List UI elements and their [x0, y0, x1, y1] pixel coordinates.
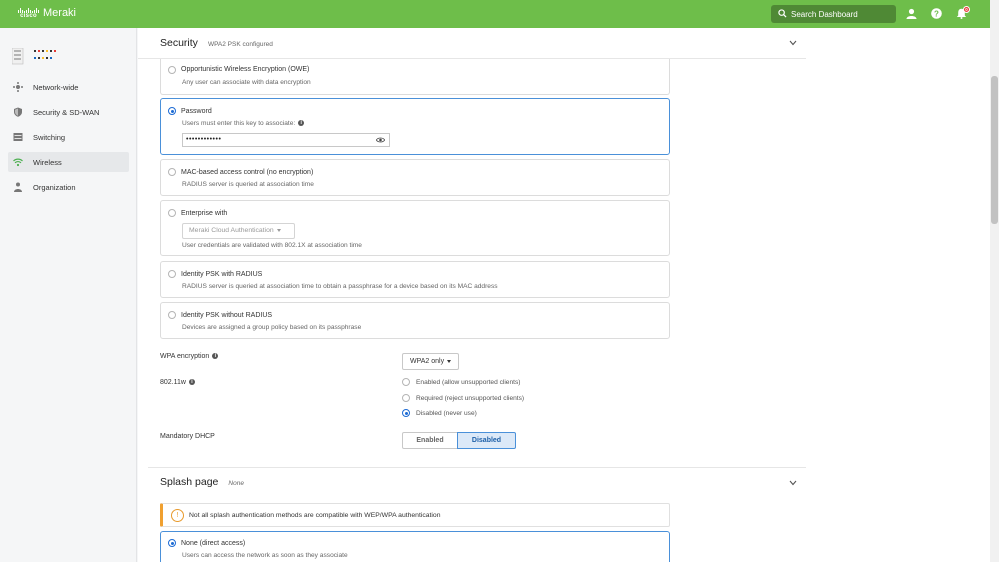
main-content: Security WPA2 PSK configured Opportunist…: [138, 28, 990, 562]
info-icon[interactable]: i: [298, 120, 305, 127]
network-logo-icon: [11, 47, 56, 65]
option-title: Enterprise with: [181, 210, 228, 217]
sidebar-item-label: Switching: [33, 132, 66, 142]
search-icon: [778, 9, 787, 18]
divider: [148, 467, 806, 468]
wpa-encryption-label: WPA encryption i: [160, 353, 219, 360]
radio-password[interactable]: [168, 107, 176, 115]
meraki-wordmark: Meraki: [43, 7, 77, 19]
chevron-down-icon[interactable]: [789, 480, 797, 486]
w80211-option-disabled[interactable]: Disabled (never use): [402, 409, 477, 417]
option-title: MAC-based access control (no encryption): [181, 169, 314, 176]
security-option-ipsk-no-radius[interactable]: Identity PSK without RADIUS Devices are …: [160, 302, 670, 339]
notification-badge: 0: [963, 6, 970, 13]
splash-title: Splash page: [160, 476, 219, 488]
warning-text: Not all splash authentication methods ar…: [189, 512, 441, 519]
security-option-enterprise[interactable]: Enterprise with Meraki Cloud Authenticat…: [160, 200, 670, 256]
info-icon[interactable]: i: [212, 353, 219, 360]
security-option-ipsk-radius[interactable]: Identity PSK with RADIUS RADIUS server i…: [160, 261, 670, 298]
cisco-wordmark: cisco: [20, 13, 37, 19]
option-desc: Users can access the network as soon as …: [182, 552, 348, 559]
radio-w80211-enabled[interactable]: [402, 378, 410, 386]
network-icon: [13, 82, 23, 92]
radio-mac-based[interactable]: [168, 168, 176, 176]
option-desc: RADIUS server is queried at association …: [182, 283, 498, 290]
organization-icon: [14, 182, 22, 192]
option-desc: Any user can associate with data encrypt…: [182, 79, 311, 86]
mandatory-dhcp-label: Mandatory DHCP: [160, 433, 215, 440]
sidebar-item-switching[interactable]: Switching: [8, 127, 129, 147]
svg-text:?: ?: [934, 9, 939, 18]
option-desc: Users must enter this key to associate: i: [182, 120, 305, 127]
chevron-down-icon[interactable]: [789, 40, 797, 46]
cisco-logo: cisco: [18, 7, 39, 19]
search-dashboard-input[interactable]: Search Dashboard: [771, 5, 896, 23]
user-icon[interactable]: [906, 8, 917, 19]
mandatory-dhcp-toggle: Enabled Disabled: [402, 432, 516, 449]
eye-icon[interactable]: [376, 137, 385, 143]
meraki-logo[interactable]: cisco Meraki: [18, 7, 76, 19]
splash-status: None: [228, 480, 244, 487]
scrollbar-thumb[interactable]: [991, 76, 998, 224]
option-title: Identity PSK without RADIUS: [181, 312, 273, 319]
sidebar-item-organization[interactable]: Organization: [8, 177, 129, 197]
sidebar-item-network-wide[interactable]: Network-wide: [8, 77, 129, 97]
option-title: None (direct access): [181, 540, 246, 547]
splash-option-none[interactable]: None (direct access) Users can access th…: [160, 531, 670, 562]
security-status: WPA2 PSK configured: [207, 41, 273, 48]
info-icon[interactable]: i: [188, 379, 195, 386]
security-section-header[interactable]: Security WPA2 PSK configured: [160, 37, 273, 49]
sidebar-item-security-sd-wan[interactable]: Security & SD-WAN: [8, 102, 129, 122]
option-title: Opportunistic Wireless Encryption (OWE): [181, 66, 310, 73]
search-placeholder: Search Dashboard: [791, 9, 858, 19]
enterprise-auth-dropdown: Meraki Cloud Authentication: [182, 223, 295, 239]
security-title: Security: [160, 37, 198, 49]
help-icon[interactable]: ?: [931, 8, 942, 19]
network-logo[interactable]: [11, 47, 57, 68]
splash-warning-banner: ! Not all splash authentication methods …: [160, 503, 670, 527]
switch-icon: [13, 133, 23, 141]
w80211-option-required[interactable]: Required (reject unsupported clients): [402, 394, 524, 402]
w80211-label: 802.11w i: [160, 379, 195, 386]
sidebar-item-label: Network-wide: [33, 82, 79, 92]
wpa-encryption-dropdown[interactable]: WPA2 only: [402, 353, 459, 370]
security-option-password[interactable]: Password Users must enter this key to as…: [160, 98, 670, 155]
warning-icon: !: [171, 509, 184, 522]
option-title: Password: [181, 108, 212, 115]
caret-down-icon: [276, 228, 281, 232]
shield-icon: [14, 107, 22, 117]
option-desc: RADIUS server is queried at association …: [182, 181, 314, 188]
caret-down-icon: [447, 359, 452, 363]
option-title: Identity PSK with RADIUS: [181, 271, 263, 278]
sidebar-item-label: Wireless: [33, 157, 62, 167]
splash-section-header[interactable]: Splash page None: [160, 476, 244, 488]
option-desc: Devices are assigned a group policy base…: [182, 324, 362, 331]
dhcp-disabled-button[interactable]: Disabled: [457, 432, 516, 449]
radio-owe[interactable]: [168, 66, 176, 74]
sidebar: Network-wide Security & SD-WAN Switching…: [0, 28, 137, 562]
radio-splash-none[interactable]: [168, 539, 176, 547]
security-option-mac-based[interactable]: MAC-based access control (no encryption)…: [160, 159, 670, 196]
radio-ipsk-no-radius[interactable]: [168, 311, 176, 319]
radio-ipsk-radius[interactable]: [168, 270, 176, 278]
radio-w80211-required[interactable]: [402, 394, 410, 402]
security-option-owe[interactable]: Opportunistic Wireless Encryption (OWE) …: [160, 59, 670, 95]
radio-enterprise[interactable]: [168, 209, 176, 217]
option-desc: User credentials are validated with 802.…: [182, 242, 362, 249]
sidebar-item-wireless[interactable]: Wireless: [8, 152, 129, 172]
sidebar-item-label: Security & SD-WAN: [33, 107, 100, 117]
dhcp-enabled-button[interactable]: Enabled: [402, 432, 458, 449]
password-input[interactable]: ••••••••••••: [182, 133, 390, 147]
radio-w80211-disabled[interactable]: [402, 409, 410, 417]
wifi-icon: [13, 158, 23, 167]
top-bar: cisco Meraki Search Dashboard ? 0: [0, 0, 990, 28]
w80211-option-enabled[interactable]: Enabled (allow unsupported clients): [402, 378, 520, 386]
sidebar-item-label: Organization: [33, 182, 76, 192]
